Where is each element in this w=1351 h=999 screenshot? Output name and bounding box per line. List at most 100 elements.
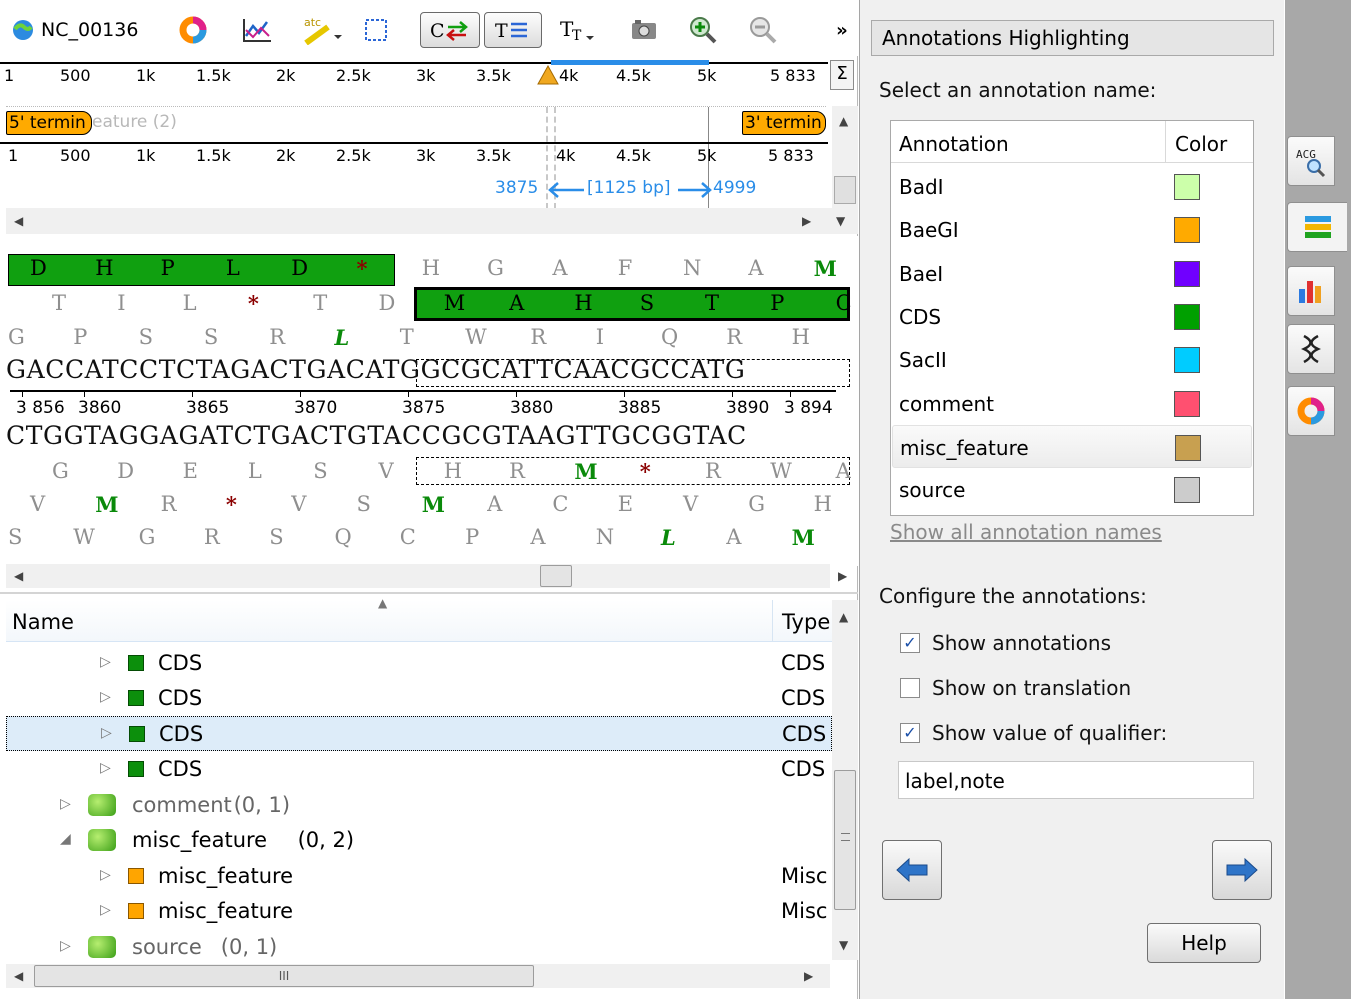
annotation-row[interactable]: misc_feature bbox=[892, 424, 1252, 468]
amino-acid: C bbox=[399, 525, 416, 549]
zoom-out-button[interactable] bbox=[746, 12, 780, 48]
color-swatch[interactable] bbox=[1174, 174, 1200, 200]
expand-arrow-icon[interactable]: ▷ bbox=[100, 654, 111, 670]
annotation-row[interactable]: BaeI bbox=[892, 252, 1252, 295]
details-vertical-scrollbar[interactable]: ▲ bbox=[832, 106, 858, 210]
graphs-button[interactable] bbox=[238, 12, 278, 48]
previous-annotation-button[interactable] bbox=[882, 840, 942, 900]
toolbar-overflow-button[interactable]: » bbox=[830, 12, 854, 48]
annotation-row[interactable]: CDS bbox=[892, 295, 1252, 338]
column-divider[interactable] bbox=[772, 600, 773, 642]
scroll-thumb[interactable] bbox=[834, 770, 856, 910]
tab-restriction-sites[interactable] bbox=[1287, 324, 1335, 374]
color-swatch[interactable] bbox=[1174, 390, 1200, 417]
selected-cds-annotation[interactable] bbox=[414, 287, 850, 321]
five-prime-terminal-annotation[interactable]: 5' termin bbox=[6, 111, 92, 135]
tree-row[interactable]: ▷ CDS CDS bbox=[6, 681, 832, 716]
tree-vertical-scrollbar[interactable]: ▲ ▼ bbox=[832, 600, 858, 960]
ruler-label: 2k bbox=[276, 146, 296, 165]
complement-toggle[interactable]: C bbox=[420, 12, 480, 48]
scroll-right-arrow-icon[interactable]: ▶ bbox=[802, 214, 811, 228]
scroll-right-arrow-icon[interactable]: ▶ bbox=[838, 569, 847, 583]
sequence-detail-view[interactable]: D H P L D * H G A F N A M T I L * T D M A H S T P C G P S S R L T W R I Q R H G… bbox=[0, 236, 858, 566]
column-header-type[interactable]: Type bbox=[782, 610, 830, 634]
amino-acid: V bbox=[683, 492, 699, 516]
circular-view-button[interactable] bbox=[176, 12, 210, 48]
scroll-up-arrow-icon[interactable]: ▲ bbox=[839, 114, 848, 128]
dna-strand-complement[interactable]: CTGGTAGGAGATCTGACTGTACCGCGTAAGTTGCGGTAC bbox=[6, 421, 747, 450]
highlight-button[interactable]: atc bbox=[296, 12, 344, 48]
amino-acid: R bbox=[269, 325, 285, 349]
scroll-thumb[interactable]: III bbox=[34, 965, 534, 987]
select-button[interactable] bbox=[360, 12, 392, 48]
show-annotations-checkbox[interactable]: ✓ bbox=[900, 633, 920, 653]
expand-arrow-icon[interactable]: ▷ bbox=[100, 867, 111, 883]
annotation-row[interactable]: source bbox=[892, 468, 1252, 511]
scroll-thumb[interactable] bbox=[540, 565, 572, 587]
annotation-row[interactable]: comment bbox=[892, 382, 1252, 425]
scroll-left-arrow-icon[interactable]: ◀ bbox=[14, 214, 23, 228]
next-annotation-button[interactable] bbox=[1212, 840, 1272, 900]
show-on-translation-checkbox[interactable] bbox=[900, 678, 920, 698]
show-all-annotations-link[interactable]: Show all annotation names bbox=[890, 520, 1162, 544]
font-size-button[interactable]: TT bbox=[556, 12, 600, 48]
scroll-up-arrow-icon[interactable]: ▲ bbox=[839, 610, 848, 624]
help-button[interactable]: Help bbox=[1147, 923, 1261, 963]
column-header-name[interactable]: Name bbox=[12, 610, 74, 634]
scroll-down-arrow-icon[interactable]: ▼ bbox=[836, 214, 845, 228]
column-header-annotation[interactable]: Annotation bbox=[899, 132, 1009, 156]
cds-annotation[interactable] bbox=[8, 254, 395, 286]
zoom-in-button[interactable] bbox=[686, 12, 720, 48]
tree-row[interactable]: ◢ misc_feature (0, 2) bbox=[6, 823, 832, 858]
tab-sequence-view[interactable]: ACG bbox=[1287, 136, 1335, 186]
color-swatch[interactable] bbox=[1174, 217, 1200, 244]
color-swatch[interactable] bbox=[1174, 347, 1200, 374]
sequence-horizontal-scrollbar[interactable]: ◀ ▶ bbox=[6, 564, 847, 588]
tab-statistics[interactable] bbox=[1287, 266, 1335, 316]
color-swatch[interactable] bbox=[1175, 434, 1201, 461]
position-marker-icon[interactable] bbox=[537, 65, 559, 85]
qualifier-input[interactable]: label,note bbox=[898, 761, 1254, 799]
scroll-down-arrow-icon[interactable]: ▼ bbox=[839, 938, 848, 952]
expand-arrow-icon[interactable]: ▷ bbox=[60, 938, 71, 954]
scroll-left-arrow-icon[interactable]: ◀ bbox=[14, 969, 23, 983]
splitter[interactable] bbox=[0, 592, 858, 594]
tree-row[interactable]: ▷ CDS CDS bbox=[6, 646, 832, 681]
translation-toggle[interactable]: T bbox=[484, 12, 542, 48]
expand-arrow-icon[interactable]: ▷ bbox=[100, 689, 111, 705]
expand-arrow-icon[interactable]: ▷ bbox=[100, 760, 111, 776]
tree-row[interactable]: ▷ source (0, 1) bbox=[6, 930, 832, 965]
details-horizontal-scrollbar[interactable]: ◀ ▶ ▼ bbox=[6, 208, 858, 234]
expand-arrow-icon[interactable]: ▷ bbox=[100, 902, 111, 918]
column-divider[interactable] bbox=[1165, 121, 1166, 163]
scroll-right-arrow-icon[interactable]: ▶ bbox=[804, 969, 813, 983]
annotation-row[interactable]: BadI bbox=[892, 165, 1252, 208]
scroll-left-arrow-icon[interactable]: ◀ bbox=[14, 569, 23, 583]
tab-annotations-highlighting[interactable] bbox=[1287, 202, 1347, 252]
sequence-name-item[interactable]: NC_00136 bbox=[12, 12, 162, 48]
collapse-arrow-icon[interactable]: ◢ bbox=[60, 831, 71, 847]
overview-ruler[interactable]: 1 500 1k 1.5k 2k 2.5k 3k 3.5k 4k 4.5k 5k… bbox=[0, 60, 828, 88]
tree-row[interactable]: ▷ CDS CDS bbox=[6, 716, 832, 751]
three-prime-terminal-annotation[interactable]: 3' termin bbox=[742, 111, 826, 135]
show-qualifier-checkbox[interactable]: ✓ bbox=[900, 723, 920, 743]
color-swatch[interactable] bbox=[1174, 303, 1200, 330]
dna-strand-direct[interactable]: GACCATCCTCTAGACTGACATGGCGCATTCAACGCCATG bbox=[6, 355, 745, 384]
tree-row[interactable]: ▷ CDS CDS bbox=[6, 752, 832, 787]
tree-horizontal-scrollbar[interactable]: ◀ III ▶ bbox=[6, 964, 830, 988]
tree-row[interactable]: ▷ misc_feature Misc bbox=[6, 894, 832, 929]
scroll-thumb[interactable] bbox=[834, 176, 856, 204]
expand-arrow-icon[interactable]: ▷ bbox=[60, 796, 71, 812]
visible-range-bar[interactable] bbox=[551, 60, 709, 65]
column-header-color[interactable]: Color bbox=[1175, 132, 1227, 156]
tab-circular-view[interactable] bbox=[1287, 386, 1335, 436]
expand-arrow-icon[interactable]: ▷ bbox=[101, 725, 112, 741]
color-swatch[interactable] bbox=[1174, 260, 1200, 287]
statistics-button[interactable]: Σ bbox=[830, 60, 854, 90]
annotation-row[interactable]: BaeGI bbox=[892, 208, 1252, 251]
color-swatch[interactable] bbox=[1174, 477, 1200, 504]
screenshot-button[interactable] bbox=[626, 12, 662, 48]
tree-row[interactable]: ▷ misc_feature Misc bbox=[6, 859, 832, 894]
tree-row[interactable]: ▷ comment (0, 1) bbox=[6, 788, 832, 823]
annotation-row[interactable]: SacII bbox=[892, 338, 1252, 381]
